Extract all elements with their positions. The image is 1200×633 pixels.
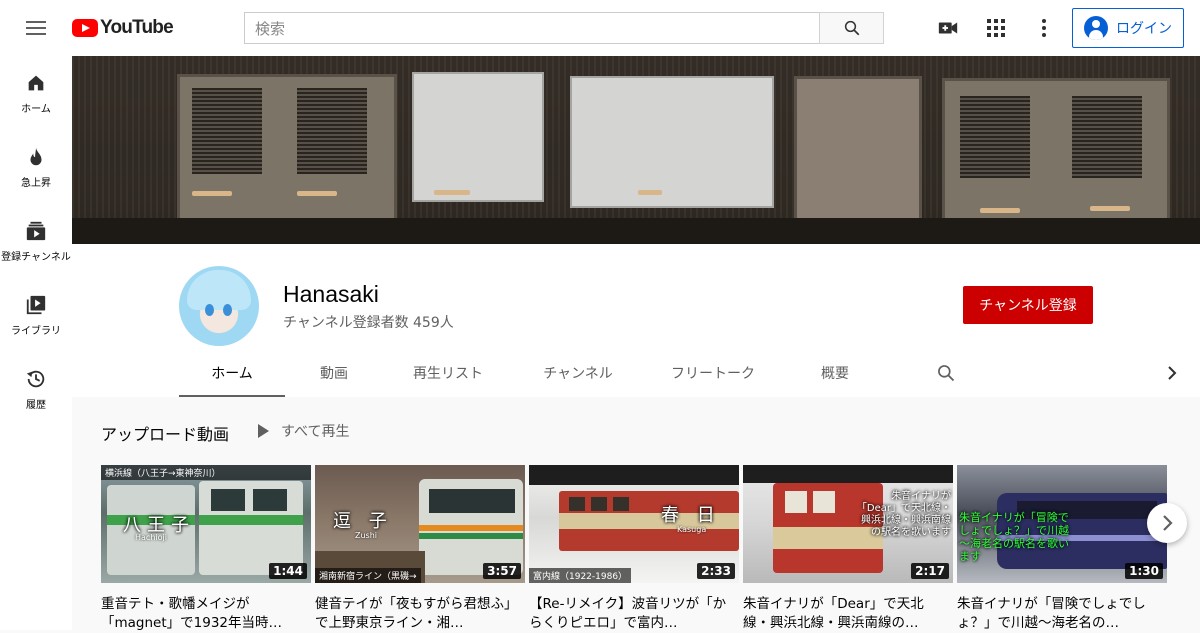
thumbnail-station-romaji: Hachioji (135, 533, 167, 542)
video-item[interactable]: 朱音イナリが「冒険でしょでしょ？」で川越～海老名の駅名を歌います 1:30 朱音… (957, 465, 1167, 633)
search-input[interactable]: 検索 (244, 12, 819, 44)
banner-plate (570, 76, 774, 208)
video-thumbnail[interactable]: 春 日 Kasuga 富内線（1922-1986） 2:33 (529, 465, 739, 583)
login-label: ログイン (1116, 21, 1172, 37)
video-duration: 2:33 (697, 563, 735, 579)
sidebar-item-label: ホーム (21, 104, 51, 115)
play-icon (258, 424, 269, 438)
flame-icon (30, 147, 42, 166)
chevron-right-icon (1163, 515, 1173, 531)
video-thumbnail[interactable]: 逗 子 Zushi 湘南新宿ライン（黒磯→ 3:57 (315, 465, 525, 583)
video-duration: 3:57 (483, 563, 521, 579)
subscriptions-icon (26, 221, 46, 241)
video-duration: 2:17 (911, 563, 949, 579)
account-circle-icon (1084, 16, 1108, 40)
menu-icon[interactable] (16, 12, 56, 44)
thumbnail-overlay-text: 朱音イナリが「冒険でしょでしょ？」で川越～海老名の駅名を歌います (959, 511, 1069, 563)
uploads-section: アップロード動画 すべて再生 横浜線（八王子→東神奈川） 八王子 Hachioj… (72, 397, 1200, 633)
tab-about[interactable]: 概要 (783, 349, 887, 397)
channel-header: Hanasaki チャンネル登録者数 459人 チャンネル登録 ホーム 動画 再… (72, 244, 1200, 397)
video-item[interactable]: 逗 子 Zushi 湘南新宿ライン（黒磯→ 3:57 健音テイが「夜もすがら君想… (315, 465, 525, 633)
subscriber-count: チャンネル登録者数 459人 (283, 315, 454, 331)
sidebar-item-label: ライブラリ (11, 326, 61, 337)
channel-search-icon[interactable] (934, 358, 958, 388)
channel-name: Hanasaki (283, 281, 379, 307)
chevron-right-icon[interactable] (1160, 361, 1184, 385)
tab-discussion[interactable]: フリートーク (643, 349, 783, 397)
search-icon (844, 20, 859, 36)
sidebar-item-library[interactable]: ライブラリ (0, 278, 72, 352)
tab-playlists[interactable]: 再生リスト (383, 349, 513, 397)
sidebar-item-label: 急上昇 (21, 178, 51, 189)
sidebar-item-label: 登録チャンネル (1, 252, 71, 263)
thumbnail-route-label: 湘南新宿ライン（黒磯→ (315, 568, 421, 583)
sidebar-item-trending[interactable]: 急上昇 (0, 130, 72, 204)
youtube-play-icon (72, 19, 98, 37)
video-title[interactable]: 朱音イナリが「冒険でしょでしょ？」で川越～海老名の… (957, 595, 1157, 633)
thumbnail-station-name: 春 日 (661, 505, 721, 526)
channel-avatar[interactable] (179, 266, 259, 346)
thumbnail-overlay-text: 朱音イナリが「Dear」で天北線・興浜北線・興浜南線の駅名を歌います (856, 491, 951, 538)
video-title[interactable]: 朱音イナリが「Dear」で天北線・興浜北線・興浜南線の… (743, 595, 943, 633)
search-button[interactable] (819, 12, 884, 44)
thumbnail-station-romaji: Zushi (355, 531, 378, 540)
logo-text: YouTube (100, 17, 174, 38)
tab-home[interactable]: ホーム (179, 349, 285, 397)
sidebar-item-history[interactable]: 履歴 (0, 352, 72, 426)
section-title[interactable]: アップロード動画 (101, 421, 229, 445)
youtube-logo[interactable]: YouTube (72, 17, 174, 39)
shelf-next-button[interactable] (1147, 503, 1187, 543)
banner-plate (412, 72, 544, 202)
sidebar-item-home[interactable]: ホーム (0, 56, 72, 130)
history-icon (26, 370, 45, 388)
play-all-button[interactable]: すべて再生 (258, 421, 349, 441)
video-duration: 1:30 (1125, 563, 1163, 579)
sidebar-item-label: 履歴 (26, 400, 46, 411)
login-button[interactable]: ログイン (1072, 8, 1184, 48)
video-item[interactable]: 春 日 Kasuga 富内線（1922-1986） 2:33 【Re-リメイク】… (529, 465, 739, 633)
search-bar: 検索 (244, 12, 884, 44)
video-duration: 1:44 (269, 563, 307, 579)
subscribe-button[interactable]: チャンネル登録 (963, 286, 1093, 324)
tab-channels[interactable]: チャンネル (513, 349, 643, 397)
video-item[interactable]: 朱音イナリが「Dear」で天北線・興浜北線・興浜南線の駅名を歌います 2:17 … (743, 465, 953, 633)
thumbnail-station-name: 逗 子 (333, 511, 393, 532)
video-title[interactable]: 重音テト・歌幡メイジが「magnet」で1932年当時… (101, 595, 301, 633)
create-video-icon[interactable] (934, 14, 962, 42)
video-thumbnail[interactable]: 朱音イナリが「Dear」で天北線・興浜北線・興浜南線の駅名を歌います 2:17 (743, 465, 953, 583)
video-shelf: 横浜線（八王子→東神奈川） 八王子 Hachioji 1:44 重音テト・歌幡メ… (101, 465, 1200, 633)
masthead: YouTube 検索 ログイン (0, 0, 1200, 56)
video-thumbnail[interactable]: 朱音イナリが「冒険でしょでしょ？」で川越～海老名の駅名を歌います 1:30 (957, 465, 1167, 583)
video-thumbnail[interactable]: 横浜線（八王子→東神奈川） 八王子 Hachioji 1:44 (101, 465, 311, 583)
channel-banner (72, 56, 1200, 244)
sidebar-item-subscriptions[interactable]: 登録チャンネル (0, 204, 72, 278)
thumbnail-route-label: 横浜線（八王子→東神奈川） (101, 465, 311, 480)
video-item[interactable]: 横浜線（八王子→東神奈川） 八王子 Hachioji 1:44 重音テト・歌幡メ… (101, 465, 311, 633)
more-vert-icon[interactable] (1030, 14, 1058, 42)
thumbnail-station-romaji: Kasuga (677, 525, 707, 534)
sidebar: ホーム 急上昇 登録チャンネル ライブラリ 履歴 (0, 56, 72, 630)
apps-icon[interactable] (982, 14, 1010, 42)
video-title[interactable]: 【Re-リメイク】波音リツが「からくりピエロ」で富内… (529, 595, 729, 633)
thumbnail-route-label: 富内線（1922-1986） (529, 568, 632, 583)
banner-equipment-box (794, 76, 922, 226)
play-all-label: すべて再生 (281, 424, 350, 440)
library-icon (26, 295, 46, 315)
video-title[interactable]: 健音テイが「夜もすがら君想ふ」で上野東京ライン・湘… (315, 595, 515, 633)
home-icon (28, 75, 44, 91)
tab-videos[interactable]: 動画 (285, 349, 383, 397)
channel-tabs: ホーム 動画 再生リスト チャンネル フリートーク 概要 (179, 349, 887, 397)
